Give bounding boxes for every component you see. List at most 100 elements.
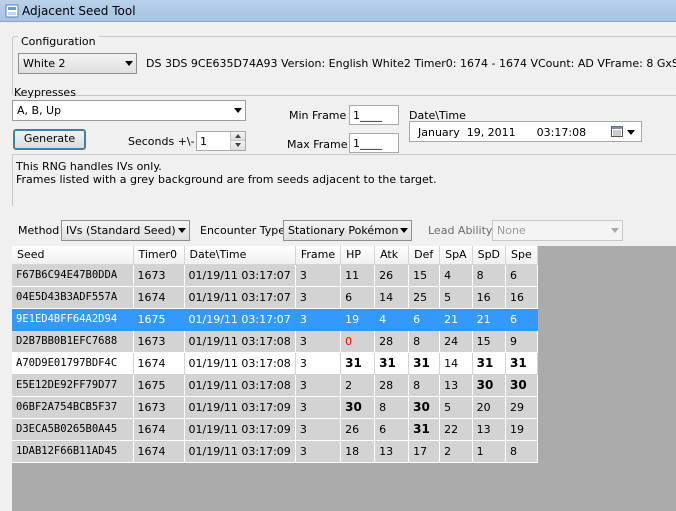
table-cell: 6: [505, 308, 538, 331]
seconds-stepper[interactable]: 1: [196, 131, 246, 151]
table-cell: 13: [374, 440, 410, 463]
table-cell: 8: [408, 374, 441, 397]
column-header-spa[interactable]: SpA: [439, 246, 473, 265]
table-cell: 01/19/11 03:17:08: [184, 352, 296, 375]
table-cell: 01/19/11 03:17:09: [184, 418, 296, 441]
lead-ability-dropdown[interactable]: None: [492, 220, 623, 241]
column-header-def[interactable]: Def: [408, 246, 441, 265]
version-dropdown[interactable]: White 2: [18, 53, 137, 74]
seed-cell: 04E5D43B3ADF557A: [12, 286, 134, 309]
table-cell: 3: [295, 418, 342, 441]
table-row[interactable]: 04E5D43B3ADF557A 1674 01/19/11 03:17:07 3 6 1…: [12, 286, 538, 309]
table-cell: 18: [340, 440, 376, 463]
seed-cell: 1DAB12F66B11AD45: [12, 440, 134, 463]
chevron-down-icon: [178, 228, 186, 233]
column-header-seed[interactable]: Seed: [12, 246, 134, 265]
table-cell: 19: [505, 418, 538, 441]
version-dropdown-value: White 2: [23, 57, 66, 70]
table-row[interactable]: F67B6C94E47B0DDA 1673 01/19/11 03:17:07 3 11…: [12, 264, 538, 287]
app-icon: [5, 4, 19, 18]
table-cell: 31: [340, 352, 376, 375]
table-cell: 31: [408, 418, 441, 441]
table-cell: 0: [340, 330, 376, 353]
table-cell: 31: [374, 352, 410, 375]
table-cell: 14: [374, 286, 410, 309]
seed-cell: 9E1ED4BFF64A2D94: [12, 308, 134, 331]
encounter-type-label: Encounter Type: [200, 224, 286, 237]
column-header-spe[interactable]: Spe: [505, 246, 538, 265]
table-cell: 8: [472, 264, 507, 287]
column-header-date-time[interactable]: Date\Time: [184, 246, 296, 265]
column-header-timer0[interactable]: Timer0: [133, 246, 185, 265]
table-cell: 3: [295, 440, 342, 463]
lead-ability-value: None: [497, 224, 526, 237]
profile-info-text: DS 3DS 9CE635D74A93 Version: English Whi…: [146, 57, 676, 70]
table-row[interactable]: E5E12DE92FF79D77 1675 01/19/11 03:17:08 3 2 2…: [12, 374, 538, 397]
column-header-atk[interactable]: Atk: [374, 246, 410, 265]
max-frame-input[interactable]: 1____: [349, 133, 399, 153]
column-header-hp[interactable]: HP: [340, 246, 376, 265]
table-cell: 1: [472, 440, 507, 463]
table-row[interactable]: D2B7BB0B1EFC7688 1673 01/19/11 03:17:08 3 0 2…: [12, 330, 538, 353]
encounter-type-value: Stationary Pokémon: [288, 224, 399, 237]
keypresses-dropdown-value: A, B, Up: [17, 104, 62, 117]
table-cell: 15: [408, 264, 441, 287]
seed-cell: E5E12DE92FF79D77: [12, 374, 134, 397]
table-cell: 5: [439, 396, 473, 419]
table-cell: 1673: [133, 396, 185, 419]
results-table-body: F67B6C94E47B0DDA 1673 01/19/11 03:17:07 3 11…: [12, 264, 538, 463]
table-cell: 01/19/11 03:17:09: [184, 396, 296, 419]
main-window: Configuration White 2 DS 3DS 9CE635D74A9…: [0, 22, 676, 511]
stepper-up-icon[interactable]: [231, 132, 245, 141]
table-cell: 3: [295, 330, 342, 353]
table-cell: 01/19/11 03:17:07: [184, 308, 296, 331]
encounter-type-dropdown[interactable]: Stationary Pokémon: [283, 220, 412, 241]
results-grid[interactable]: Seed Timer0 Date\Time Frame HP Atk Def SpA SpD Sp…: [12, 246, 676, 511]
method-dropdown[interactable]: IVs (Standard Seed): [61, 220, 190, 241]
table-cell: 3: [295, 308, 342, 331]
header-row: Seed Timer0 Date\Time Frame HP Atk Def SpA SpD Sp…: [12, 246, 538, 265]
table-cell: 6: [505, 264, 538, 287]
table-cell: 16: [472, 286, 507, 309]
method-dropdown-value: IVs (Standard Seed): [66, 224, 176, 237]
table-cell: 3: [295, 374, 342, 397]
seconds-value: 1: [200, 135, 207, 148]
table-row[interactable]: 9E1ED4BFF64A2D94 1675 01/19/11 03:17:07 3 19…: [12, 308, 538, 331]
seed-cell: D3ECA5B0265B0A45: [12, 418, 134, 441]
table-cell: 15: [472, 330, 507, 353]
table-cell: 6: [340, 286, 376, 309]
min-frame-label: Min Frame: [289, 109, 347, 122]
table-row[interactable]: D3ECA5B0265B0A45 1674 01/19/11 03:17:09 3 26…: [12, 418, 538, 441]
table-cell: 28: [374, 330, 410, 353]
chevron-down-icon: [400, 228, 408, 233]
column-header-frame[interactable]: Frame: [295, 246, 342, 265]
table-cell: 1674: [133, 440, 185, 463]
title-bar[interactable]: Adjacent Seed Tool: [0, 0, 676, 22]
table-cell: 9: [505, 330, 538, 353]
calendar-icon[interactable]: [611, 125, 623, 137]
configuration-group-label: Configuration: [18, 35, 99, 48]
table-row[interactable]: 06BF2A754BCB5F37 1673 01/19/11 03:17:09 3 30…: [12, 396, 538, 419]
table-cell: 31: [472, 352, 507, 375]
generate-button[interactable]: Generate: [13, 129, 86, 150]
table-cell: 26: [340, 418, 376, 441]
datetime-picker[interactable]: January 19, 2011 03:17:08: [409, 121, 642, 142]
table-cell: 2: [340, 374, 376, 397]
table-cell: 8: [374, 396, 410, 419]
seconds-label: Seconds +\-: [128, 135, 195, 148]
keypresses-dropdown[interactable]: A, B, Up: [12, 100, 246, 121]
table-cell: 31: [505, 352, 538, 375]
table-cell: 3: [295, 352, 342, 375]
table-cell: 20: [472, 396, 507, 419]
table-cell: 01/19/11 03:17:07: [184, 264, 296, 287]
stepper-down-icon[interactable]: [231, 141, 245, 150]
column-header-spd[interactable]: SpD: [472, 246, 507, 265]
table-row[interactable]: 1DAB12F66B11AD45 1674 01/19/11 03:17:09 3 18…: [12, 440, 538, 463]
min-frame-input[interactable]: 1____: [349, 105, 399, 125]
table-cell: 1674: [133, 418, 185, 441]
table-cell: 13: [439, 374, 473, 397]
table-row[interactable]: A70D9E01797BDF4C 1674 01/19/11 03:17:08 3 31…: [12, 352, 538, 375]
table-cell: 6: [374, 418, 410, 441]
table-cell: 1675: [133, 308, 185, 331]
table-cell: 01/19/11 03:17:07: [184, 286, 296, 309]
